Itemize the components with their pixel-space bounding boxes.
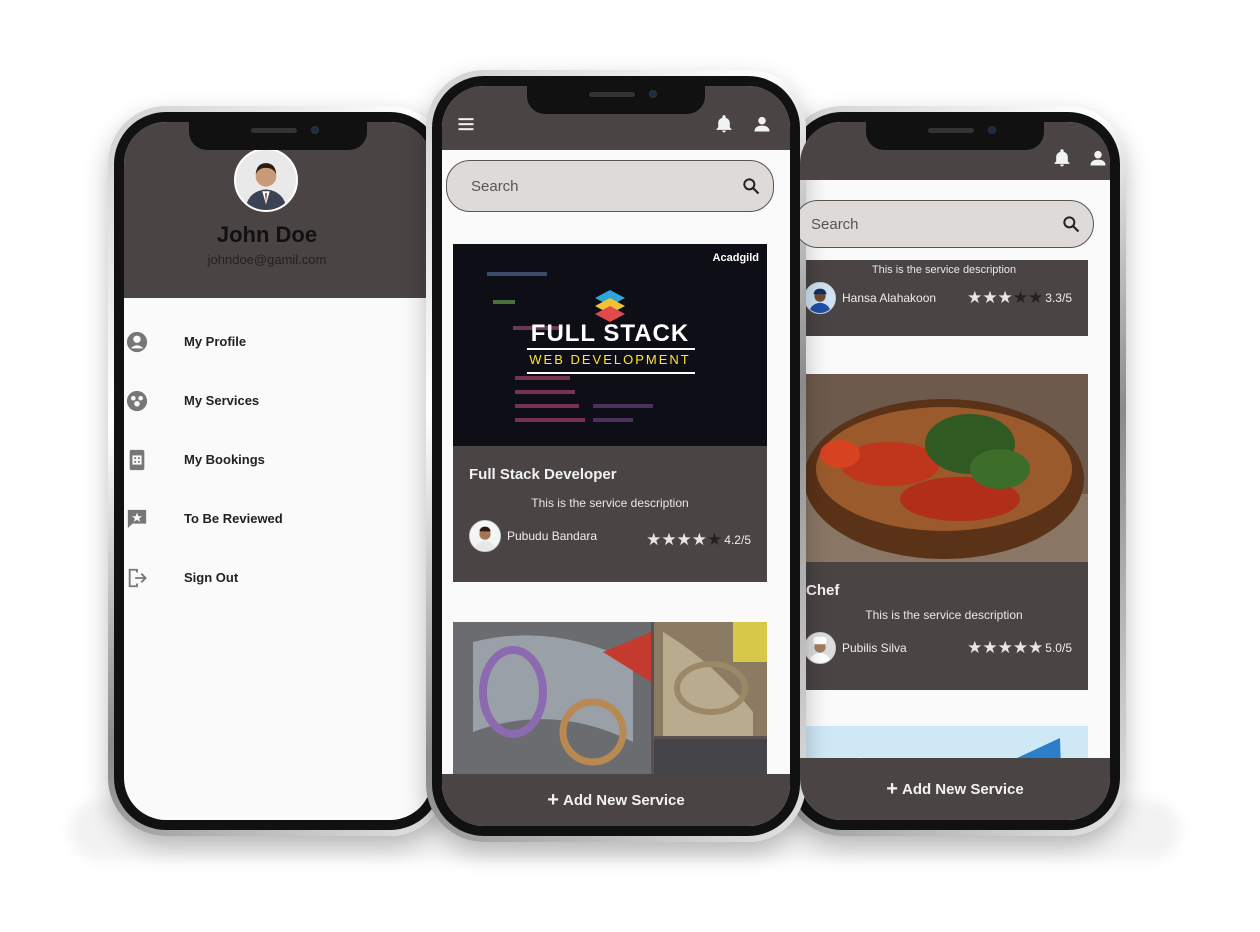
provider: Pubudu Bandara	[469, 520, 597, 552]
menu-item-my-profile[interactable]: My Profile	[124, 312, 432, 371]
banner-brand: Acadgild	[712, 252, 759, 264]
service-card[interactable]	[453, 622, 767, 782]
plus-icon: +	[547, 788, 559, 811]
add-service-bar[interactable]: + Add New Service	[442, 774, 790, 826]
service-description: This is the service description	[865, 608, 1023, 622]
menu-label: Sign Out	[184, 570, 239, 585]
profile-icon[interactable]	[1088, 148, 1108, 168]
star-rating-icon: ★★★★★	[967, 288, 1044, 307]
search-icon[interactable]	[1061, 214, 1081, 234]
star-rating-icon: ★★★★★	[646, 530, 723, 549]
list-screen: Search This is the service description H…	[800, 122, 1110, 820]
menu-label: My Profile	[184, 334, 247, 349]
search-icon[interactable]	[741, 176, 761, 196]
provider-name: Hansa Alahakoon	[842, 291, 937, 305]
menu-item-my-services[interactable]: My Services	[124, 371, 432, 430]
provider: Pubilis Silva	[804, 632, 907, 664]
home-screen: Search Acadgild FULL STACK WEB DEVELOPME…	[442, 86, 790, 826]
bell-icon[interactable]	[714, 114, 734, 134]
phone-notch	[189, 122, 367, 150]
account-circle-icon	[126, 331, 148, 352]
menu-label: My Bookings	[184, 452, 265, 467]
provider-name: Pubudu Bandara	[507, 529, 598, 543]
booking-calendar-icon	[129, 449, 145, 470]
service-title: Chef	[806, 582, 840, 599]
search-input[interactable]: Search	[447, 178, 741, 195]
service-banner: Acadgild FULL STACK WEB DEVELOPMENT	[453, 244, 767, 446]
rating: ★★★★★ 5.0/5	[967, 638, 1072, 658]
service-image	[453, 622, 767, 782]
service-description: This is the service description	[531, 496, 689, 510]
user-email: johndoe@gamil.com	[207, 252, 327, 267]
drawer-menu: My Profile My Services My Bookings To Be…	[124, 312, 432, 607]
service-image	[800, 374, 1088, 562]
phone-notch	[866, 122, 1044, 150]
review-chat-icon	[127, 509, 147, 528]
banner-subtitle: WEB DEVELOPMENT	[529, 352, 691, 367]
sign-out-icon	[128, 568, 147, 587]
phone-service-list: Search This is the service description H…	[784, 106, 1126, 836]
profile-icon[interactable]	[752, 114, 772, 134]
rating-value: 5.0/5	[1045, 641, 1072, 655]
provider-name: Pubilis Silva	[842, 641, 907, 655]
phone-home: Search Acadgild FULL STACK WEB DEVELOPME…	[426, 70, 806, 842]
search-input[interactable]: Search	[800, 216, 1061, 233]
rating-value: 3.3/5	[1045, 291, 1072, 305]
add-service-button[interactable]: Add New Service	[563, 792, 685, 809]
add-service-button[interactable]: Add New Service	[902, 781, 1024, 798]
group-circle-icon	[126, 390, 148, 411]
provider: Hansa Alahakoon	[804, 282, 936, 314]
profile-avatar[interactable]	[234, 148, 298, 212]
menu-label: To Be Reviewed	[184, 511, 283, 526]
mockup-stage: John Doe johndoe@gamil.com My Profile My…	[0, 0, 1260, 932]
menu-label: My Services	[184, 393, 260, 408]
service-card[interactable]: Chef This is the service description Pub…	[800, 374, 1088, 690]
search-bar[interactable]: Search	[446, 160, 774, 212]
menu-item-my-bookings[interactable]: My Bookings	[124, 430, 432, 489]
search-bar[interactable]: Search	[800, 200, 1094, 248]
rating-value: 4.2/5	[724, 533, 751, 547]
user-name: John Doe	[216, 222, 318, 247]
provider-avatar	[804, 282, 836, 314]
plus-icon: +	[886, 777, 898, 800]
provider-avatar	[469, 520, 501, 552]
banner-title: FULL STACK	[530, 320, 690, 347]
menu-item-sign-out[interactable]: Sign Out	[124, 548, 432, 607]
drawer-screen: John Doe johndoe@gamil.com My Profile My…	[124, 122, 432, 820]
service-card[interactable]: This is the service description Hansa Al…	[800, 260, 1088, 336]
service-description: This is the service description	[871, 264, 1017, 276]
provider-avatar	[804, 632, 836, 664]
star-rating-icon: ★★★★★	[967, 638, 1044, 657]
rating: ★★★★★ 4.2/5	[646, 530, 751, 550]
phone-drawer: John Doe johndoe@gamil.com My Profile My…	[108, 106, 448, 836]
service-card[interactable]: Acadgild FULL STACK WEB DEVELOPMENT Full…	[453, 244, 767, 582]
phone-notch	[527, 86, 705, 114]
rating: ★★★★★ 3.3/5	[967, 288, 1072, 308]
add-service-bar[interactable]: + Add New Service	[800, 758, 1110, 820]
bell-icon[interactable]	[1052, 148, 1072, 168]
menu-icon[interactable]	[456, 114, 476, 134]
menu-item-to-be-reviewed[interactable]: To Be Reviewed	[124, 489, 432, 548]
service-title: Full Stack Developer	[469, 466, 617, 483]
